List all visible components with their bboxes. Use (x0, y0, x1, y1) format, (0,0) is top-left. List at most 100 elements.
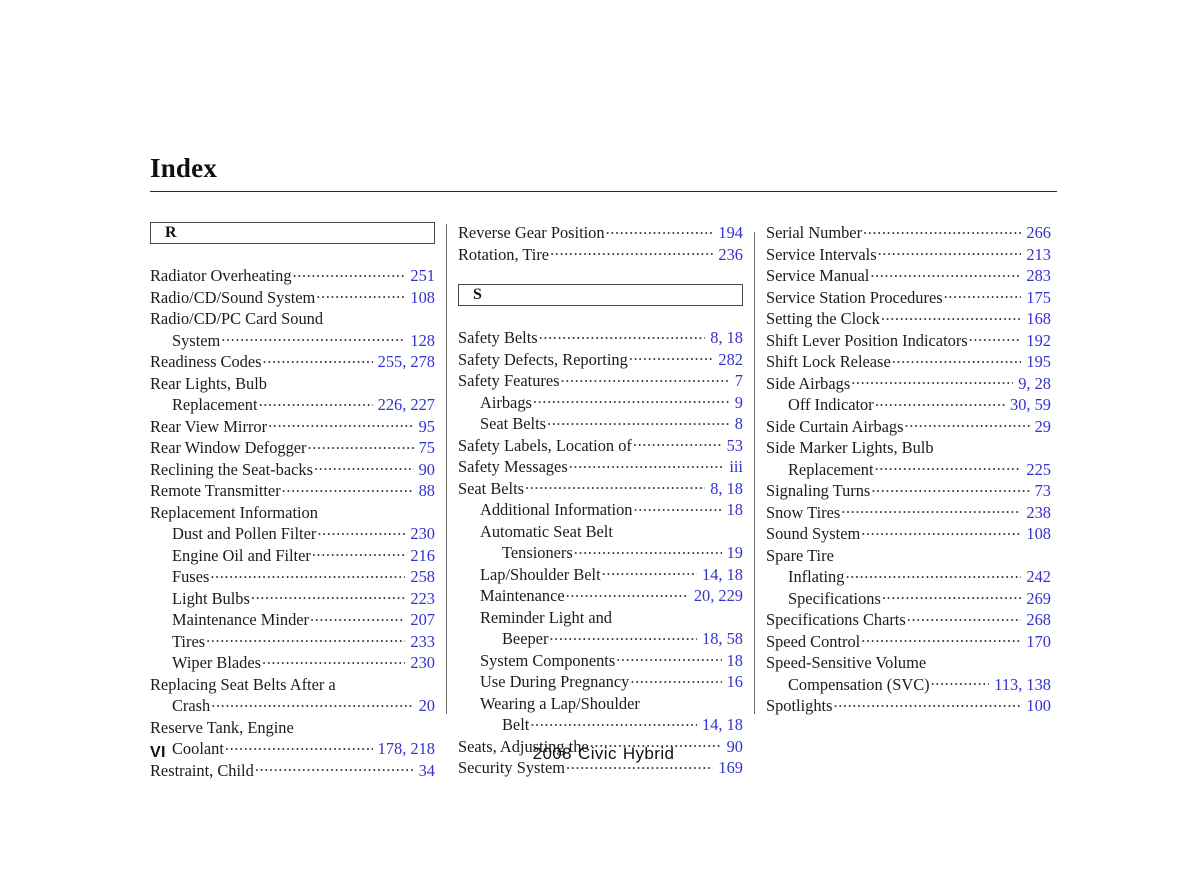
index-entry[interactable]: Maintenance Minder 207 (150, 609, 435, 631)
index-entry-page-reference[interactable]: 216 (406, 545, 435, 567)
index-entry-page-reference[interactable]: 213 (1022, 244, 1051, 266)
index-entry-page-reference[interactable]: 9, 28 (1014, 373, 1051, 395)
index-entry[interactable]: Remote Transmitter 88 (150, 480, 435, 502)
index-entry-page-reference[interactable]: 108 (1022, 523, 1051, 545)
index-entry[interactable]: Shift Lever Position Indicators 192 (766, 330, 1051, 352)
index-entry[interactable]: Beeper 18, 58 (458, 628, 743, 650)
index-entry-page-reference[interactable]: 20 (415, 695, 435, 717)
index-entry-page-reference[interactable]: 19 (723, 542, 743, 564)
index-entry[interactable]: Seat Belts 8, 18 (458, 478, 743, 500)
index-entry[interactable]: Replacement 226, 227 (150, 394, 435, 416)
index-entry-page-reference[interactable]: 238 (1022, 502, 1051, 524)
index-entry[interactable]: Replacement 225 (766, 459, 1051, 481)
index-entry[interactable]: Reclining the Seat-backs 90 (150, 459, 435, 481)
index-entry[interactable]: Reserve Tank, Engine (150, 717, 435, 739)
index-entry[interactable]: Rear Lights, Bulb (150, 373, 435, 395)
index-entry[interactable]: Light Bulbs 223 (150, 588, 435, 610)
index-entry[interactable]: Safety Labels, Location of 53 (458, 435, 743, 457)
index-entry-page-reference[interactable]: 242 (1022, 566, 1051, 588)
index-entry-page-reference[interactable]: 8, 18 (706, 327, 743, 349)
index-entry-page-reference[interactable]: 207 (406, 609, 435, 631)
index-entry[interactable]: Wiper Blades 230 (150, 652, 435, 674)
index-entry[interactable]: Use During Pregnancy 16 (458, 671, 743, 693)
index-entry-page-reference[interactable]: 14, 18 (698, 714, 743, 736)
index-entry[interactable]: Belt 14, 18 (458, 714, 743, 736)
index-entry-page-reference[interactable]: 282 (714, 349, 743, 371)
index-entry-page-reference[interactable]: 170 (1022, 631, 1051, 653)
index-entry[interactable]: Safety Belts 8, 18 (458, 327, 743, 349)
index-entry-page-reference[interactable]: iii (725, 456, 743, 478)
index-entry-page-reference[interactable]: 236 (714, 244, 743, 266)
index-entry[interactable]: Service Intervals 213 (766, 244, 1051, 266)
index-entry-page-reference[interactable]: 20, 229 (690, 585, 743, 607)
index-entry-page-reference[interactable]: 108 (406, 287, 435, 309)
index-entry[interactable]: Rear View Mirror 95 (150, 416, 435, 438)
index-entry[interactable]: Rear Window Defogger 75 (150, 437, 435, 459)
index-entry-page-reference[interactable]: 230 (406, 652, 435, 674)
index-entry[interactable]: Automatic Seat Belt (458, 521, 743, 543)
index-entry-page-reference[interactable]: 53 (723, 435, 743, 457)
index-entry-page-reference[interactable]: 226, 227 (374, 394, 435, 416)
index-entry[interactable]: Lap/Shoulder Belt 14, 18 (458, 564, 743, 586)
index-entry[interactable]: Radio/CD/Sound System 108 (150, 287, 435, 309)
index-entry-page-reference[interactable]: 283 (1022, 265, 1051, 287)
index-entry[interactable]: Reverse Gear Position 194 (458, 222, 743, 244)
index-entry-page-reference[interactable]: 90 (415, 459, 435, 481)
index-entry[interactable]: Safety Defects, Reporting 282 (458, 349, 743, 371)
index-entry-page-reference[interactable]: 16 (723, 671, 743, 693)
index-entry-page-reference[interactable]: 95 (415, 416, 435, 438)
index-entry-page-reference[interactable]: 251 (406, 265, 435, 287)
index-entry[interactable]: Radiator Overheating 251 (150, 265, 435, 287)
index-entry[interactable]: Side Curtain Airbags 29 (766, 416, 1051, 438)
index-entry[interactable]: Service Station Procedures 175 (766, 287, 1051, 309)
index-entry[interactable]: Safety Features 7 (458, 370, 743, 392)
index-entry[interactable]: System Components 18 (458, 650, 743, 672)
index-entry[interactable]: Side Airbags 9, 28 (766, 373, 1051, 395)
index-entry-page-reference[interactable]: 18 (723, 499, 743, 521)
index-entry[interactable]: Compensation (SVC) 113, 138 (766, 674, 1051, 696)
index-entry-page-reference[interactable]: 266 (1022, 222, 1051, 244)
index-entry[interactable]: Replacing Seat Belts After a (150, 674, 435, 696)
index-entry[interactable]: Readiness Codes 255, 278 (150, 351, 435, 373)
index-entry[interactable]: Inflating 242 (766, 566, 1051, 588)
index-entry[interactable]: Engine Oil and Filter 216 (150, 545, 435, 567)
index-entry-page-reference[interactable]: 29 (1031, 416, 1051, 438)
index-entry[interactable]: Speed-Sensitive Volume (766, 652, 1051, 674)
index-entry[interactable]: Tensioners 19 (458, 542, 743, 564)
index-entry[interactable]: Radio/CD/PC Card Sound (150, 308, 435, 330)
index-entry[interactable]: Maintenance 20, 229 (458, 585, 743, 607)
index-entry-page-reference[interactable]: 18, 58 (698, 628, 743, 650)
index-entry[interactable]: Crash 20 (150, 695, 435, 717)
index-entry-page-reference[interactable]: 88 (415, 480, 435, 502)
index-entry-page-reference[interactable]: 75 (415, 437, 435, 459)
index-entry-page-reference[interactable]: 113, 138 (990, 674, 1051, 696)
index-entry[interactable]: System 128 (150, 330, 435, 352)
index-entry[interactable]: Spotlights 100 (766, 695, 1051, 717)
index-entry-page-reference[interactable]: 195 (1022, 351, 1051, 373)
index-entry-page-reference[interactable]: 175 (1022, 287, 1051, 309)
index-entry[interactable]: Serial Number 266 (766, 222, 1051, 244)
index-entry-page-reference[interactable]: 233 (406, 631, 435, 653)
index-entry-page-reference[interactable]: 223 (406, 588, 435, 610)
index-entry-page-reference[interactable]: 14, 18 (698, 564, 743, 586)
index-entry-page-reference[interactable]: 268 (1022, 609, 1051, 631)
index-entry-page-reference[interactable]: 8, 18 (706, 478, 743, 500)
index-entry-page-reference[interactable]: 18 (723, 650, 743, 672)
index-entry-page-reference[interactable]: 9 (731, 392, 743, 414)
index-entry-page-reference[interactable]: 258 (406, 566, 435, 588)
index-entry[interactable]: Shift Lock Release 195 (766, 351, 1051, 373)
index-entry[interactable]: Sound System 108 (766, 523, 1051, 545)
index-entry-page-reference[interactable]: 100 (1022, 695, 1051, 717)
index-entry[interactable]: Off Indicator 30, 59 (766, 394, 1051, 416)
index-entry[interactable]: Spare Tire (766, 545, 1051, 567)
index-entry[interactable]: Replacement Information (150, 502, 435, 524)
index-entry[interactable]: Additional Information 18 (458, 499, 743, 521)
index-entry-page-reference[interactable]: 192 (1022, 330, 1051, 352)
index-entry[interactable]: Tires 233 (150, 631, 435, 653)
index-entry-page-reference[interactable]: 269 (1022, 588, 1051, 610)
index-entry[interactable]: Reminder Light and (458, 607, 743, 629)
index-entry[interactable]: Speed Control 170 (766, 631, 1051, 653)
index-entry[interactable]: Service Manual 283 (766, 265, 1051, 287)
index-entry[interactable]: Specifications 269 (766, 588, 1051, 610)
index-entry-page-reference[interactable]: 225 (1022, 459, 1051, 481)
